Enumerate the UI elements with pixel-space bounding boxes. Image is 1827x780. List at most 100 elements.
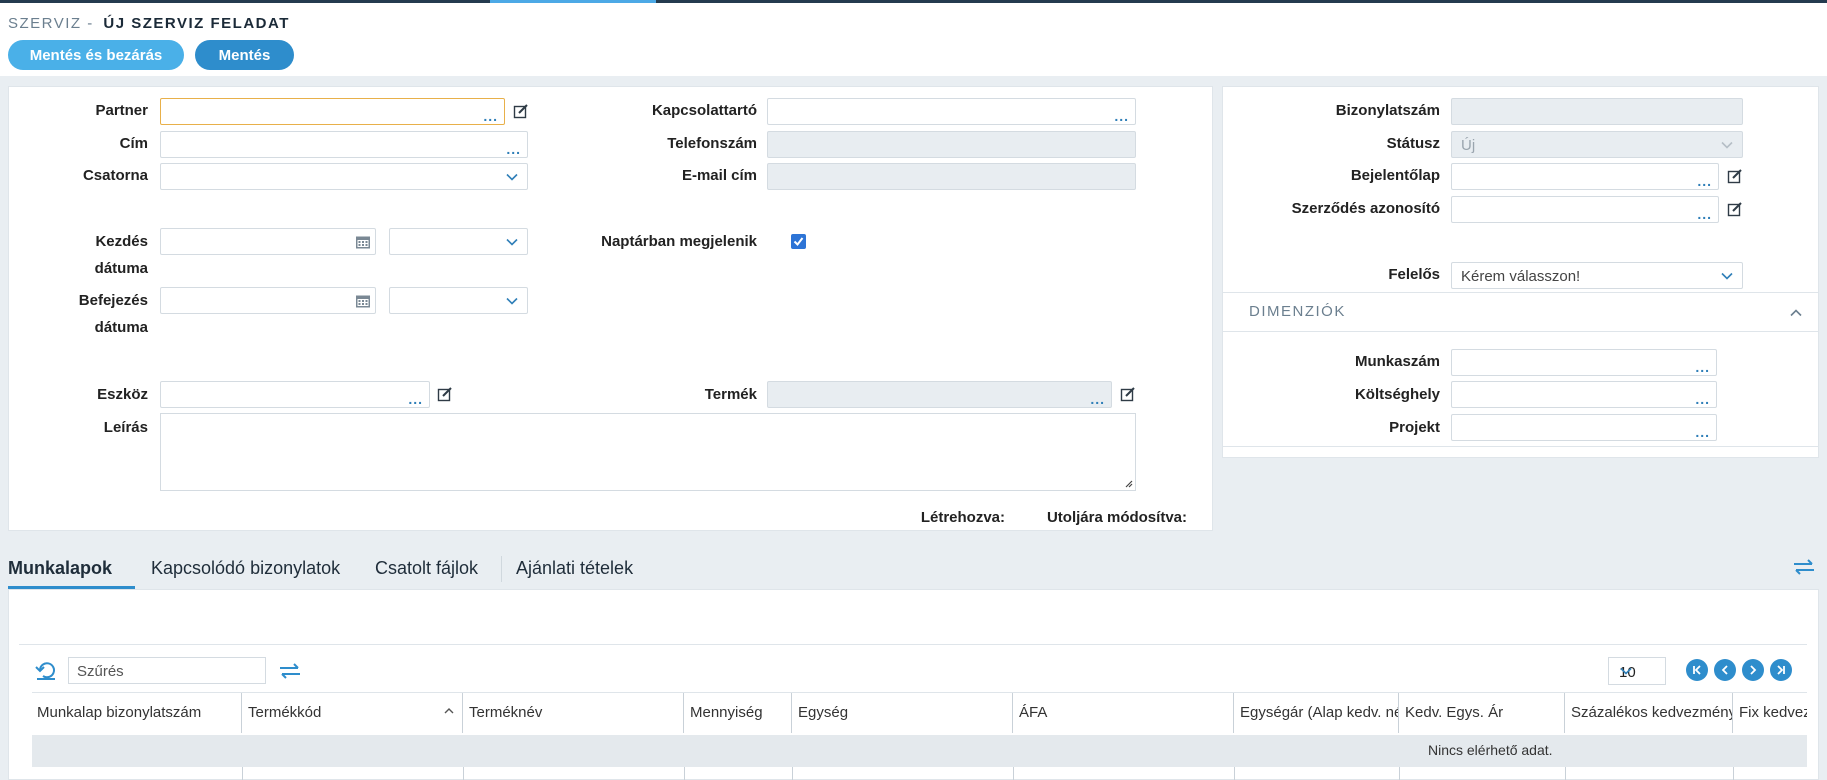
chevron-down-icon: [505, 235, 519, 249]
next-page-icon[interactable]: [1742, 659, 1764, 681]
address-label: Cím: [119, 135, 148, 152]
column-divider: [792, 767, 793, 780]
dimensions-section-title[interactable]: DIMENZIÓK: [1249, 303, 1346, 320]
browse-dots-icon[interactable]: ...: [483, 109, 498, 123]
contact-field[interactable]: ...: [767, 98, 1136, 125]
column-header[interactable]: ÁFA: [1013, 693, 1234, 733]
partner-field[interactable]: ...: [160, 98, 505, 125]
end-time-select[interactable]: [389, 287, 528, 314]
calendar-icon[interactable]: [355, 234, 371, 250]
project-field[interactable]: ...: [1451, 414, 1717, 441]
tab-attached-files[interactable]: Csatolt fájlok: [375, 558, 478, 579]
device-label: Eszköz: [97, 386, 148, 403]
edit-icon[interactable]: [1120, 386, 1136, 402]
prev-page-icon[interactable]: [1714, 659, 1736, 681]
refresh-icon[interactable]: [35, 661, 57, 685]
contract-field[interactable]: ...: [1451, 196, 1719, 223]
browse-dots-icon[interactable]: ...: [1695, 360, 1710, 374]
calendar-icon[interactable]: [355, 293, 371, 309]
tab-related-documents[interactable]: Kapcsolódó bizonylatok: [151, 558, 340, 579]
first-page-icon[interactable]: [1686, 659, 1708, 681]
filter-input[interactable]: Szűrés: [68, 657, 266, 684]
job-number-field[interactable]: ...: [1451, 349, 1717, 376]
chevron-down-icon: [505, 294, 519, 308]
browse-dots-icon[interactable]: ...: [1697, 174, 1712, 188]
description-label: Leírás: [103, 419, 148, 436]
start-time-select[interactable]: [389, 228, 528, 255]
status-select: Új: [1451, 131, 1743, 158]
column-header[interactable]: Százalékos kedvezmény: [1565, 693, 1733, 733]
breadcrumb-parent[interactable]: SZERVIZ -: [8, 15, 94, 32]
column-header[interactable]: Egység: [792, 693, 1013, 733]
device-field[interactable]: ...: [160, 381, 430, 408]
chevron-down-icon: [1720, 269, 1734, 283]
edit-icon[interactable]: [1727, 168, 1743, 184]
email-label: E-mail cím: [681, 167, 757, 184]
start-date-label-line1: Kezdés: [95, 233, 148, 250]
calendar-visible-checkbox[interactable]: [791, 234, 806, 249]
column-divider: [1399, 767, 1400, 780]
start-date-label-line2: dátuma: [94, 260, 148, 277]
column-header[interactable]: Munkalap bizonylatszám: [31, 693, 242, 733]
report-field[interactable]: ...: [1451, 163, 1719, 190]
phone-field: [767, 131, 1136, 158]
edit-icon[interactable]: [437, 386, 453, 402]
email-field: [767, 163, 1136, 190]
end-date-label: Befejezés: [40, 292, 148, 309]
swap-arrows-icon[interactable]: [279, 662, 301, 684]
chevron-down-icon: [1720, 138, 1734, 152]
column-divider: [1234, 767, 1235, 780]
responsible-select[interactable]: Kérem válasszon!: [1451, 262, 1743, 289]
edit-icon[interactable]: [513, 103, 529, 119]
product-field: ...: [767, 381, 1112, 408]
column-divider: [1733, 767, 1734, 780]
page-size-select[interactable]: 10: [1608, 657, 1666, 685]
chevron-down-icon: [1619, 664, 1633, 678]
page-header: SZERVIZ - ÚJ SZERVIZ FELADAT Mentés és b…: [0, 3, 1827, 76]
end-date-label-line1: Befejezés: [78, 292, 148, 309]
product-label: Termék: [704, 386, 757, 403]
browse-dots-icon[interactable]: ...: [1090, 392, 1105, 406]
end-date-field[interactable]: [160, 287, 376, 314]
column-divider: [1565, 767, 1566, 780]
project-label: Projekt: [1389, 419, 1440, 436]
browse-dots-icon[interactable]: ...: [1695, 425, 1710, 439]
tab-offer-items[interactable]: Ajánlati tételek: [516, 558, 633, 579]
address-field[interactable]: ...: [160, 131, 528, 158]
browse-dots-icon[interactable]: ...: [1114, 109, 1129, 123]
browse-dots-icon[interactable]: ...: [1695, 392, 1710, 406]
channel-select[interactable]: [160, 163, 528, 190]
report-label: Bejelentőlap: [1350, 167, 1440, 184]
column-header[interactable]: Termékkód: [242, 693, 463, 733]
resize-handle-icon[interactable]: [1123, 478, 1133, 488]
edit-icon[interactable]: [1727, 201, 1743, 217]
end-date-label-2: dátuma: [40, 319, 148, 336]
last-page-icon[interactable]: [1770, 659, 1792, 681]
start-date-field[interactable]: [160, 228, 376, 255]
browse-dots-icon[interactable]: ...: [506, 142, 521, 156]
column-header[interactable]: Egységár (Alap kedv. nélkül): [1234, 693, 1399, 733]
cost-center-field[interactable]: ...: [1451, 381, 1717, 408]
chevron-up-icon[interactable]: [1789, 306, 1803, 324]
column-header[interactable]: Mennyiség: [684, 693, 792, 733]
doc-number-label: Bizonylatszám: [1335, 102, 1440, 119]
swap-arrows-icon[interactable]: [1793, 558, 1815, 580]
browse-dots-icon[interactable]: ...: [408, 392, 423, 406]
description-textarea[interactable]: [160, 413, 1136, 491]
column-header[interactable]: Fix kedvezmény: [1733, 693, 1807, 733]
tab-worksheets[interactable]: Munkalapok: [8, 558, 112, 579]
page-title: ÚJ SZERVIZ FELADAT: [103, 15, 290, 32]
browse-dots-icon[interactable]: ...: [1697, 207, 1712, 221]
checkmark-icon: [793, 237, 804, 247]
tab-divider: [501, 556, 502, 582]
column-divider: [684, 767, 685, 780]
job-number-label: Munkaszám: [1354, 353, 1440, 370]
column-header[interactable]: Terméknév: [463, 693, 684, 733]
no-data-message: Nincs elérhető adat.: [1428, 742, 1553, 758]
filter-placeholder: Szűrés: [77, 663, 124, 680]
save-button[interactable]: Mentés: [195, 40, 294, 70]
save-and-close-button[interactable]: Mentés és bezárás: [8, 40, 184, 70]
column-header[interactable]: Kedv. Egys. Ár: [1399, 693, 1565, 733]
divider: [1223, 331, 1818, 332]
column-divider: [463, 767, 464, 780]
